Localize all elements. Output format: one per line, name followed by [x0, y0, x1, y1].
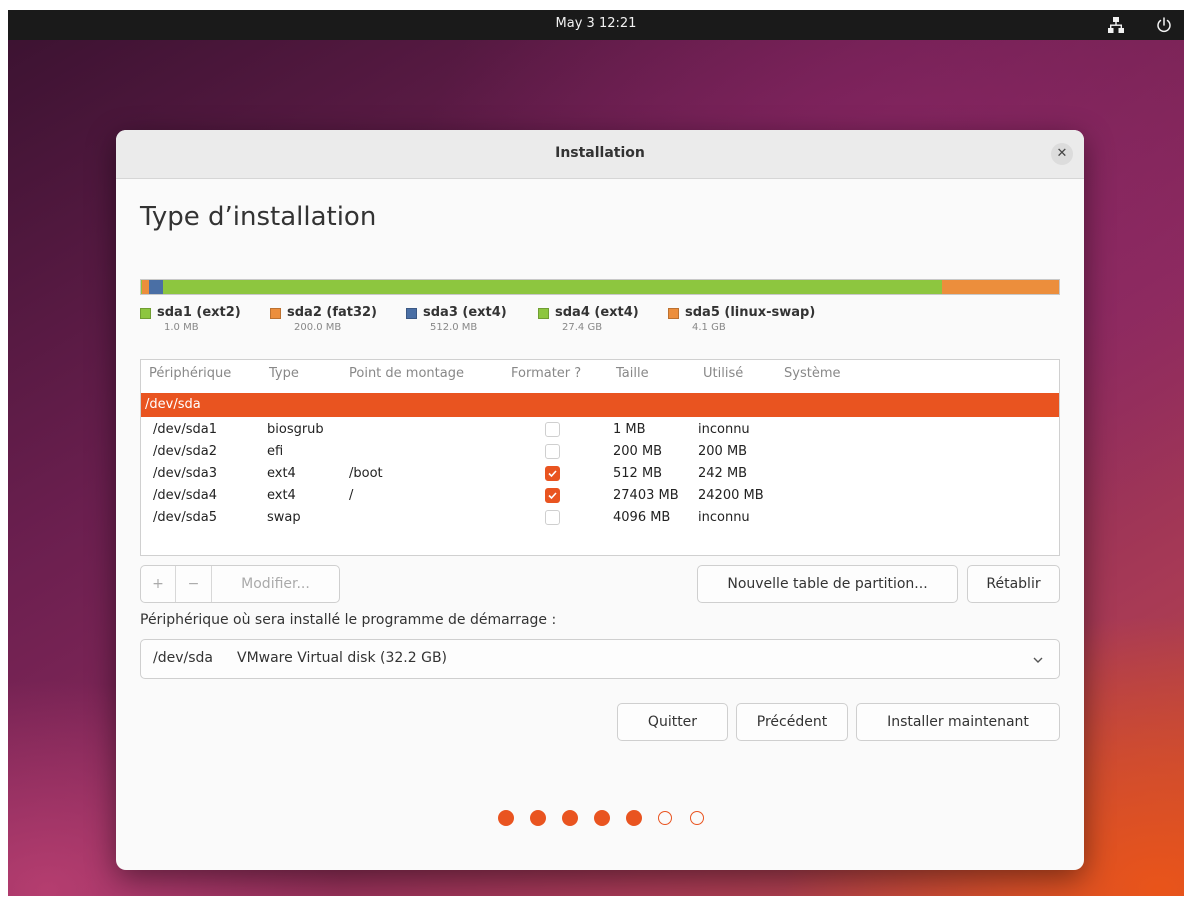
progress-dot: [690, 811, 704, 825]
table-row[interactable]: /dev/sda1 biosgrub 1 MB inconnu: [141, 419, 1059, 441]
cell-mount: /boot: [349, 466, 383, 481]
cell-size: 200 MB: [613, 444, 663, 459]
cell-device: /dev/sda2: [153, 444, 217, 459]
legend-size: 200.0 MB: [294, 322, 342, 333]
partition-bar-segment-sda4: [163, 280, 942, 294]
legend-name: sda4 (ext4): [555, 305, 639, 320]
partition-bar-segment-sda2: [141, 280, 149, 294]
format-checkbox[interactable]: [545, 466, 560, 481]
installer-window: Installation ✕ Type d’installation sda1 …: [116, 130, 1084, 870]
network-icon[interactable]: [1106, 15, 1126, 35]
modify-partition-button[interactable]: Modifier...: [212, 566, 339, 602]
cell-type: swap: [267, 510, 301, 525]
cell-device: /dev/sda5: [153, 510, 217, 525]
close-button[interactable]: ✕: [1051, 143, 1073, 165]
legend-size: 512.0 MB: [430, 322, 478, 333]
bootloader-description: VMware Virtual disk (32.2 GB): [237, 650, 448, 666]
new-partition-table-button[interactable]: Nouvelle table de partition...: [697, 565, 958, 603]
header-device[interactable]: Périphérique: [149, 366, 231, 381]
disk-name: /dev/sda: [145, 397, 201, 412]
cell-used: 200 MB: [698, 444, 748, 459]
legend-swatch: [406, 308, 417, 319]
bootloader-device-select[interactable]: /dev/sda VMware Virtual disk (32.2 GB): [140, 639, 1060, 679]
format-checkbox[interactable]: [545, 510, 560, 525]
revert-button[interactable]: Rétablir: [967, 565, 1060, 603]
legend-swatch: [668, 308, 679, 319]
header-system[interactable]: Système: [784, 366, 840, 381]
remove-partition-button[interactable]: −: [176, 566, 211, 602]
progress-dot: [562, 810, 578, 826]
table-row[interactable]: /dev/sda5 swap 4096 MB inconnu: [141, 507, 1059, 529]
header-used[interactable]: Utilisé: [703, 366, 743, 381]
cell-size: 512 MB: [613, 466, 663, 481]
partition-bar-segment-sda3: [148, 280, 164, 294]
bootloader-label: Périphérique où sera installé le program…: [140, 612, 557, 628]
format-checkbox[interactable]: [545, 422, 560, 437]
cell-size: 4096 MB: [613, 510, 671, 525]
progress-dot: [594, 810, 610, 826]
checkmark-icon: [548, 470, 557, 478]
window-title: Installation: [555, 145, 645, 161]
format-checkbox[interactable]: [545, 488, 560, 503]
install-now-button[interactable]: Installer maintenant: [856, 703, 1060, 741]
progress-dot: [530, 810, 546, 826]
back-button[interactable]: Précédent: [736, 703, 848, 741]
legend-size: 27.4 GB: [562, 322, 603, 333]
progress-dot: [498, 810, 514, 826]
legend-swatch: [538, 308, 549, 319]
quit-button[interactable]: Quitter: [617, 703, 728, 741]
cell-size: 27403 MB: [613, 488, 679, 503]
desktop-background: May 3 12:21 Installation ✕ Type d’instal…: [8, 10, 1184, 896]
cell-type: biosgrub: [267, 422, 324, 437]
cell-used: inconnu: [698, 422, 750, 437]
clock[interactable]: May 3 12:21: [8, 16, 1184, 31]
page-title: Type d’installation: [140, 202, 377, 232]
bootloader-device: /dev/sda: [153, 650, 213, 666]
legend-swatch: [270, 308, 281, 319]
legend-swatch: [140, 308, 151, 319]
cell-type: efi: [267, 444, 284, 459]
header-size[interactable]: Taille: [616, 366, 649, 381]
cell-device: /dev/sda4: [153, 488, 217, 503]
cell-device: /dev/sda1: [153, 422, 217, 437]
cell-used: 242 MB: [698, 466, 748, 481]
format-checkbox[interactable]: [545, 444, 560, 459]
header-format[interactable]: Formater ?: [511, 366, 581, 381]
window-titlebar: Installation ✕: [116, 130, 1084, 179]
header-mount[interactable]: Point de montage: [349, 366, 464, 381]
table-row[interactable]: /dev/sda3 ext4/boot 512 MB 242 MB: [141, 463, 1059, 485]
chevron-down-icon: [1033, 657, 1043, 663]
partition-legend: sda1 (ext2) 1.0 MB sda2 (fat32) 200.0 MB sda…: [140, 305, 1080, 339]
legend-size: 1.0 MB: [164, 322, 199, 333]
cell-mount: /: [349, 488, 354, 503]
progress-dot: [658, 811, 672, 825]
progress-dot: [626, 810, 642, 826]
legend-name: sda5 (linux-swap): [685, 305, 816, 320]
close-icon: ✕: [1056, 146, 1068, 161]
partition-bar-segment-sda5: [941, 280, 1059, 294]
partition-edit-group: + − Modifier...: [140, 565, 340, 603]
top-bar: May 3 12:21: [8, 10, 1184, 40]
cell-size: 1 MB: [613, 422, 646, 437]
cell-type: ext4: [267, 466, 296, 481]
table-row[interactable]: /dev/sda4 ext4 / 27403 MB 24200 MB: [141, 485, 1059, 507]
table-row[interactable]: /dev/sda2 efi 200 MB 200 MB: [141, 441, 1059, 463]
add-partition-button[interactable]: +: [141, 566, 175, 602]
legend-name: sda3 (ext4): [423, 305, 507, 320]
progress-dots: [498, 810, 708, 830]
cell-device: /dev/sda3: [153, 466, 217, 481]
header-type[interactable]: Type: [269, 366, 299, 381]
checkmark-icon: [548, 492, 557, 500]
cell-used: inconnu: [698, 510, 750, 525]
power-icon[interactable]: [1154, 15, 1174, 35]
cell-type: ext4: [267, 488, 296, 503]
legend-name: sda1 (ext2): [157, 305, 241, 320]
table-row-disk[interactable]: /dev/sda: [141, 393, 1059, 417]
legend-name: sda2 (fat32): [287, 305, 378, 320]
partition-bar: [140, 279, 1060, 295]
legend-size: 4.1 GB: [692, 322, 726, 333]
cell-used: 24200 MB: [698, 488, 764, 503]
partition-table[interactable]: Périphérique Type Point de montage Forma…: [140, 359, 1060, 556]
